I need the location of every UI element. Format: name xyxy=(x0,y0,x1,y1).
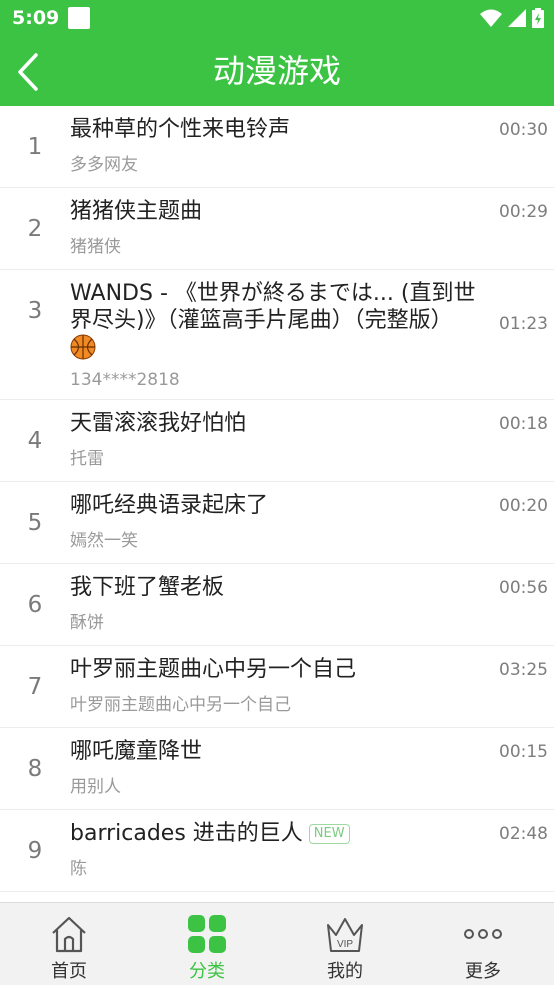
song-rank: 8 xyxy=(27,756,43,782)
song-title: WANDS - 《世界が終るまでは... (直到世 界尽头)》（灌篮高手片尾曲）… xyxy=(70,280,490,363)
song-artist: 酥饼 xyxy=(70,613,104,633)
wifi-icon xyxy=(480,9,502,27)
tab-home[interactable]: 首页 xyxy=(0,903,138,985)
app-header: 动漫游戏 xyxy=(0,36,554,106)
song-duration: 00:30 xyxy=(499,120,548,140)
song-rank: 6 xyxy=(27,592,43,618)
song-duration: 03:25 xyxy=(499,660,548,680)
song-row-5[interactable]: 5 哪吒经典语录起床了 嫣然一笑 00:20 xyxy=(0,482,554,564)
song-artist: 嫣然一笑 xyxy=(70,531,138,551)
song-duration: 00:29 xyxy=(499,202,548,222)
song-title-text: barricades 进击的巨人 xyxy=(70,821,303,846)
song-row-3[interactable]: 3 WANDS - 《世界が終るまでは... (直到世 界尽头)》（灌篮高手片尾… xyxy=(0,270,554,400)
status-icons xyxy=(480,7,544,29)
bottom-tab-bar: 首页 分类 VIP 我的 更多 xyxy=(0,902,554,985)
category-grid-icon xyxy=(188,915,226,953)
song-rank: 2 xyxy=(27,216,43,242)
home-icon xyxy=(52,916,86,953)
song-rank: 3 xyxy=(27,298,43,324)
status-bar: 5:09 xyxy=(0,0,554,36)
song-artist: 陈 xyxy=(70,859,87,879)
song-duration: 00:15 xyxy=(499,742,548,762)
song-artist: 多多网友 xyxy=(70,155,138,175)
song-artist: 叶罗丽主题曲心中另一个自己 xyxy=(70,695,291,715)
song-duration: 00:20 xyxy=(499,496,548,516)
new-badge: NEW xyxy=(308,824,350,844)
song-rank: 1 xyxy=(27,134,43,160)
song-rank: 5 xyxy=(27,510,43,536)
song-title: 最种草的个性来电铃声 xyxy=(70,117,291,142)
song-rank: 4 xyxy=(27,428,43,454)
notification-icon xyxy=(68,7,90,29)
song-title: 叶罗丽主题曲心中另一个自己 xyxy=(70,657,357,682)
signal-icon xyxy=(508,9,526,27)
tab-mine[interactable]: VIP 我的 xyxy=(276,903,414,985)
song-artist: 托雷 xyxy=(70,449,104,469)
song-title: 哪吒魔童降世 xyxy=(70,739,203,764)
song-title-line2: 界尽头)》（灌篮高手片尾曲）（完整版） xyxy=(70,308,453,333)
song-row-6[interactable]: 6 我下班了蟹老板 酥饼 00:56 xyxy=(0,564,554,646)
tab-category[interactable]: 分类 xyxy=(138,903,276,985)
song-list: 1 最种草的个性来电铃声 多多网友 00:30 2 猪猪侠主题曲 猪猪侠 00:… xyxy=(0,106,554,892)
song-duration: 00:56 xyxy=(499,578,548,598)
tab-label: 首页 xyxy=(51,961,87,982)
song-row-4[interactable]: 4 天雷滚滚我好怕怕 托雷 00:18 xyxy=(0,400,554,482)
page-title: 动漫游戏 xyxy=(212,52,341,90)
song-title: 哪吒经典语录起床了 xyxy=(70,493,269,518)
song-row-1[interactable]: 1 最种草的个性来电铃声 多多网友 00:30 xyxy=(0,106,554,188)
battery-icon xyxy=(532,8,544,28)
basketball-icon xyxy=(70,334,96,360)
song-duration: 01:23 xyxy=(499,314,548,334)
song-title: 天雷滚滚我好怕怕 xyxy=(70,411,247,436)
song-duration: 02:48 xyxy=(499,824,548,844)
song-artist: 用别人 xyxy=(70,777,121,797)
vip-crown-icon: VIP xyxy=(327,918,363,952)
song-artist: 134****2818 xyxy=(70,370,180,390)
song-row-9[interactable]: 9 barricades 进击的巨人 NEW 陈 02:48 xyxy=(0,810,554,892)
status-time: 5:09 xyxy=(12,7,60,29)
song-title: barricades 进击的巨人 NEW xyxy=(70,820,350,847)
tab-label: 分类 xyxy=(189,961,225,982)
song-artist: 猪猪侠 xyxy=(70,237,121,257)
more-dots-icon xyxy=(464,929,502,939)
svg-text:VIP: VIP xyxy=(337,939,353,950)
back-arrow-icon[interactable] xyxy=(14,52,44,92)
tab-more[interactable]: 更多 xyxy=(414,903,552,985)
song-title: 我下班了蟹老板 xyxy=(70,575,225,600)
song-title: 猪猪侠主题曲 xyxy=(70,199,203,224)
song-row-2[interactable]: 2 猪猪侠主题曲 猪猪侠 00:29 xyxy=(0,188,554,270)
tab-label: 我的 xyxy=(327,961,363,982)
song-row-7[interactable]: 7 叶罗丽主题曲心中另一个自己 叶罗丽主题曲心中另一个自己 03:25 xyxy=(0,646,554,728)
song-rank: 7 xyxy=(27,674,43,700)
song-row-8[interactable]: 8 哪吒魔童降世 用别人 00:15 xyxy=(0,728,554,810)
tab-label: 更多 xyxy=(465,961,501,982)
song-title-line1: WANDS - 《世界が終るまでは... (直到世 xyxy=(70,281,476,306)
song-duration: 00:18 xyxy=(499,414,548,434)
song-rank: 9 xyxy=(27,838,43,864)
